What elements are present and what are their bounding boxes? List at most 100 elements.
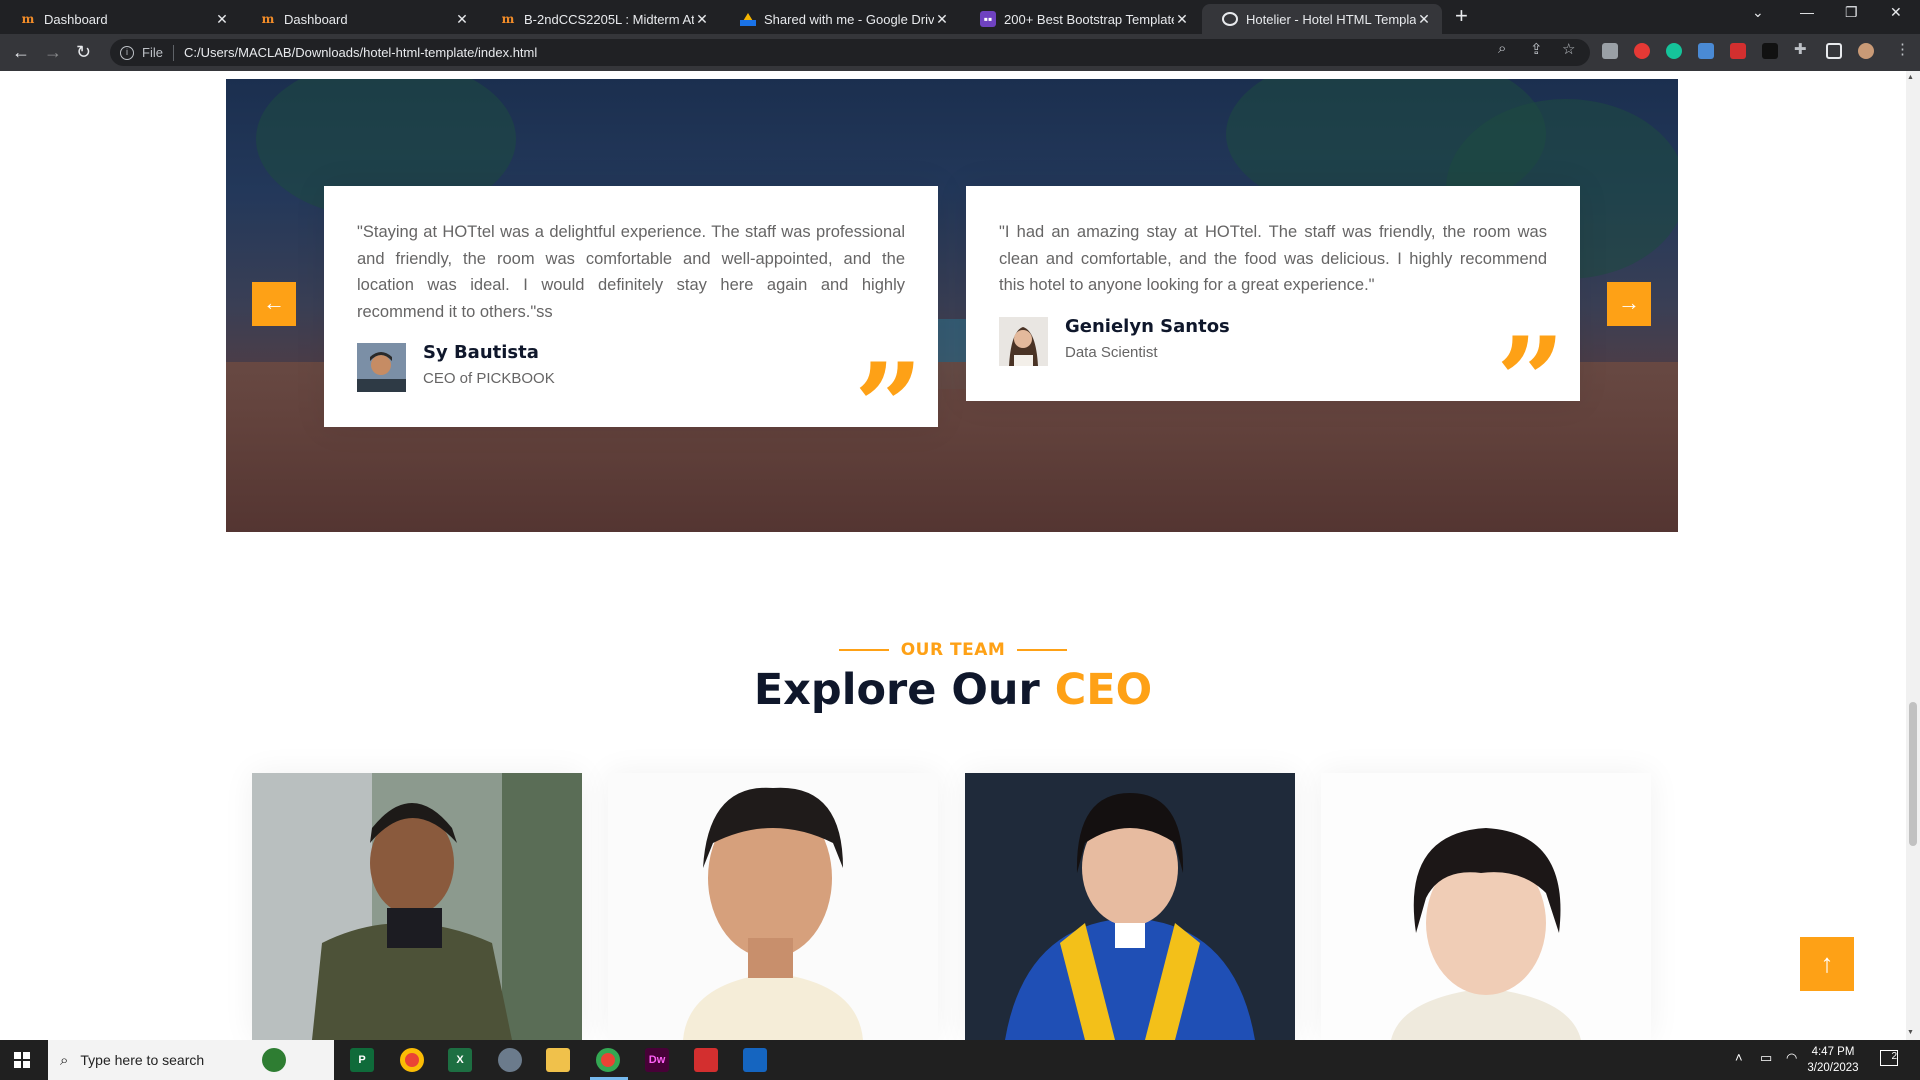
scroll-down-arrow-icon[interactable]: ▼ — [1907, 1029, 1914, 1036]
back-to-top-button[interactable]: ↑ — [1800, 937, 1854, 991]
carousel-prev-button[interactable]: ← — [252, 282, 296, 326]
search-placeholder: Type here to search — [80, 1052, 205, 1068]
tab-title: Dashboard — [284, 11, 348, 27]
scheme-label: File — [142, 45, 163, 60]
show-hidden-icons-icon[interactable]: ˄ — [1735, 1050, 1743, 1065]
extension-adblock-icon[interactable] — [1634, 43, 1650, 59]
testimonial-quote: "I had an amazing stay at HOTtel. The st… — [999, 223, 1547, 294]
url-text[interactable]: C:/Users/MACLAB/Downloads/hotel-html-tem… — [184, 45, 537, 60]
browser-tab[interactable]: m Dashboard ✕ — [0, 4, 240, 34]
testimonial-card: "Staying at HOTtel was a delightful expe… — [324, 186, 938, 468]
dreamweaver-icon[interactable]: Dw — [645, 1048, 669, 1072]
battery-icon[interactable]: ▭ — [1760, 1050, 1772, 1066]
browser-tab-active[interactable]: Hotelier - Hotel HTML Template ✕ — [1202, 4, 1442, 34]
close-icon[interactable]: ✕ — [1174, 11, 1190, 28]
minimize-button[interactable]: — — [1800, 4, 1814, 20]
side-panel-icon[interactable] — [1826, 43, 1842, 59]
windows-taskbar: ⌕ Type here to search P X Dw — [0, 1040, 1920, 1080]
carousel-next-button[interactable]: → — [1607, 282, 1651, 326]
testimonial-author-role: Data Scientist — [1065, 344, 1158, 361]
paint-icon[interactable] — [498, 1048, 522, 1072]
extension-incognito-icon[interactable] — [1602, 43, 1618, 59]
avatar — [999, 317, 1048, 366]
chrome-active-icon[interactable] — [596, 1048, 620, 1072]
team-member-photo[interactable] — [965, 773, 1295, 1040]
browser-tab-strip: m Dashboard ✕ m Dashboard ✕ m B-2ndCCS22… — [0, 0, 1920, 34]
window-close-button[interactable]: ✕ — [1890, 4, 1902, 21]
info-icon[interactable]: i — [120, 45, 134, 60]
quote-icon: ” — [1496, 311, 1566, 452]
page-scrollbar[interactable] — [1906, 71, 1920, 1040]
bookmark-star-icon[interactable]: ☆ — [1562, 40, 1575, 58]
scrollbar-thumb[interactable] — [1909, 702, 1917, 846]
tab-title: Dashboard — [44, 11, 108, 27]
page-viewport: "Staying at HOTtel was a delightful expe… — [0, 71, 1906, 1040]
testimonial-quote: "Staying at HOTtel was a delightful expe… — [357, 223, 905, 321]
m-logo-icon: m — [21, 12, 35, 26]
extension-grammarly-icon[interactable] — [1666, 43, 1682, 59]
m-logo-icon: m — [261, 12, 275, 26]
restore-button[interactable]: ❐ — [1845, 4, 1858, 21]
clock-date: 3/20/2023 — [1807, 1062, 1859, 1074]
extensions-puzzle-icon[interactable]: ✚ — [1794, 40, 1807, 58]
team-member-photo[interactable] — [1321, 773, 1651, 1040]
menu-dots-icon[interactable]: ⋮ — [1895, 40, 1910, 58]
subtitle-line — [838, 649, 889, 651]
testimonial-card: "I had an amazing stay at HOTtel. The st… — [966, 186, 1580, 442]
search-highlight-icon[interactable] — [262, 1048, 286, 1072]
extension-translate-icon[interactable] — [1698, 43, 1714, 59]
testimonial-section: "Staying at HOTtel was a delightful expe… — [226, 79, 1678, 532]
file-explorer-icon[interactable] — [546, 1048, 570, 1072]
chrome-icon[interactable] — [400, 1048, 424, 1072]
publisher-icon[interactable]: P — [350, 1048, 374, 1072]
forward-button[interactable]: → — [44, 41, 62, 63]
testimonial-author-name: Genielyn Santos — [1065, 316, 1230, 337]
taskbar-search-input[interactable]: ⌕ Type here to search — [48, 1040, 334, 1080]
new-tab-button[interactable]: + — [1455, 5, 1468, 27]
browser-tab[interactable]: ▪▪ 200+ Best Bootstrap Templates 2023 ✕ — [960, 4, 1200, 34]
close-icon[interactable]: ✕ — [694, 11, 710, 28]
tab-title: Shared with me - Google Drive — [764, 11, 934, 27]
team-member-photo[interactable] — [252, 773, 582, 1040]
scroll-up-arrow-icon[interactable]: ▲ — [1907, 74, 1914, 81]
team-member-photo[interactable] — [608, 773, 938, 1040]
search-icon: ⌕ — [60, 1051, 69, 1069]
tab-title: 200+ Best Bootstrap Templates 2023 — [1004, 11, 1174, 27]
arrow-left-icon: ← — [263, 290, 285, 315]
close-icon[interactable]: ✕ — [1416, 11, 1432, 28]
quote-icon: ” — [854, 337, 924, 478]
arrow-right-icon: → — [1618, 290, 1640, 315]
close-icon[interactable]: ✕ — [214, 11, 230, 28]
testimonial-author-role: CEO of PICKBOOK — [423, 370, 555, 387]
excel-icon[interactable]: X — [448, 1048, 472, 1072]
browser-tab[interactable]: Shared with me - Google Drive ✕ — [720, 4, 960, 34]
notification-count: 2 — [1891, 1051, 1897, 1062]
clock-time: 4:47 PM — [1811, 1046, 1855, 1058]
tab-title: Hotelier - Hotel HTML Template — [1246, 11, 1416, 27]
windows-start-icon[interactable] — [14, 1052, 30, 1068]
title-accent: CEO — [1054, 665, 1153, 715]
zoom-icon[interactable]: ⌕ — [1498, 40, 1506, 57]
subtitle-text: OUR TEAM — [900, 640, 1006, 660]
browser-tab[interactable]: m Dashboard ✕ — [240, 4, 480, 34]
reload-button[interactable]: ↻ — [76, 41, 91, 63]
profile-avatar[interactable] — [1858, 43, 1874, 59]
system-clock[interactable]: 4:47 PM 3/20/2023 — [1798, 1044, 1868, 1076]
testimonial-author-name: Sy Bautista — [423, 342, 539, 363]
notification-center-icon[interactable]: 2 — [1880, 1050, 1898, 1066]
back-button[interactable]: ← — [12, 41, 30, 63]
close-icon[interactable]: ✕ — [934, 11, 950, 28]
browser-toolbar: ← → ↻ i File C:/Users/MACLAB/Downloads/h… — [0, 34, 1920, 71]
browser-tab[interactable]: m B-2ndCCS2205L : Midterm Attendance ✕ — [480, 4, 720, 34]
extension-tool-icon[interactable] — [1730, 43, 1746, 59]
m-logo-icon: m — [501, 12, 515, 26]
tab-search-icon[interactable]: ⌄ — [1752, 4, 1764, 21]
extension-misc-icon[interactable] — [1762, 43, 1778, 59]
photos-icon[interactable] — [743, 1048, 767, 1072]
section-subtitle: OUR TEAM — [0, 640, 1906, 660]
xampp-icon[interactable] — [694, 1048, 718, 1072]
address-bar[interactable]: i File C:/Users/MACLAB/Downloads/hotel-h… — [110, 39, 1590, 66]
share-icon[interactable]: ⇪ — [1530, 40, 1543, 58]
close-icon[interactable]: ✕ — [454, 11, 470, 28]
wifi-icon[interactable]: ◠ — [1786, 1050, 1797, 1066]
